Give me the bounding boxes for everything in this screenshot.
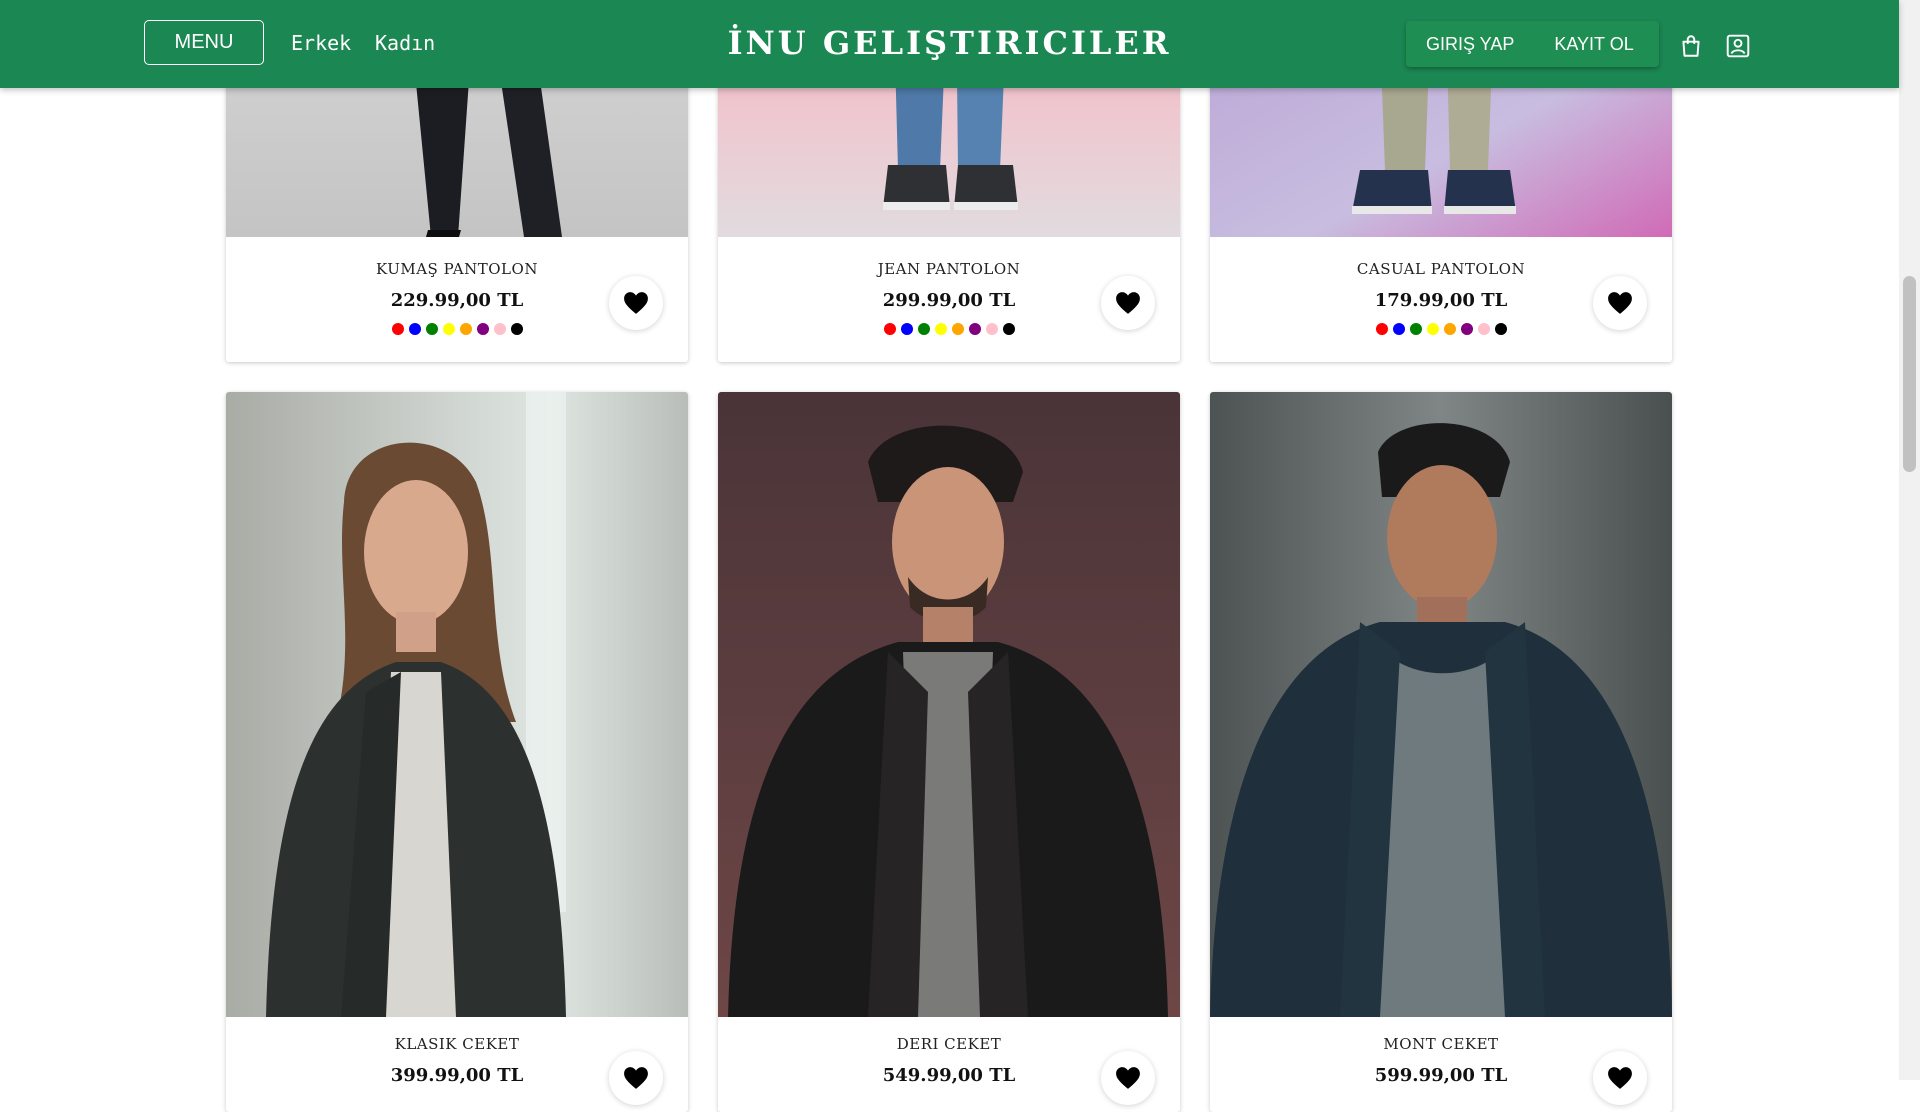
heart-icon: [1116, 1067, 1140, 1089]
color-swatch[interactable]: [510, 323, 523, 335]
heart-icon: [624, 1067, 648, 1089]
color-swatch[interactable]: [1443, 323, 1456, 335]
favorite-button[interactable]: [1101, 276, 1155, 330]
color-swatch[interactable]: [391, 323, 404, 335]
color-swatch[interactable]: [1002, 323, 1015, 335]
auth-button-group: GIRIŞ YAP KAYIT OL: [1406, 21, 1659, 67]
nav-link-erkek[interactable]: Erkek: [291, 31, 351, 55]
menu-button[interactable]: MENU: [144, 20, 264, 65]
favorite-button[interactable]: [609, 1051, 663, 1105]
favorite-button[interactable]: [1101, 1051, 1155, 1105]
login-button[interactable]: GIRIŞ YAP: [1406, 21, 1534, 67]
product-name[interactable]: KLASIK CEKET: [226, 1035, 688, 1053]
color-swatches: [1210, 323, 1672, 335]
shopping-bag-icon[interactable]: [1678, 33, 1704, 59]
color-swatch[interactable]: [1460, 323, 1473, 335]
color-swatch[interactable]: [1409, 323, 1422, 335]
favorite-button[interactable]: [1593, 1051, 1647, 1105]
heart-icon: [624, 292, 648, 314]
product-name[interactable]: CASUAL PANTOLON: [1210, 260, 1672, 278]
color-swatch[interactable]: [934, 323, 947, 335]
top-navbar: MENU Erkek Kadın İNU GELIŞTIRICILER GIRI…: [0, 0, 1899, 88]
color-swatch[interactable]: [951, 323, 964, 335]
color-swatch[interactable]: [985, 323, 998, 335]
product-name[interactable]: MONT CEKET: [1210, 1035, 1672, 1053]
product-card[interactable]: MONT CEKET 599.99,00 TL: [1210, 392, 1672, 1112]
color-swatch[interactable]: [1477, 323, 1490, 335]
heart-icon: [1608, 292, 1632, 314]
heart-icon: [1116, 292, 1140, 314]
register-button[interactable]: KAYIT OL: [1534, 21, 1653, 67]
product-image[interactable]: [718, 392, 1180, 1017]
color-swatch[interactable]: [968, 323, 981, 335]
color-swatch[interactable]: [883, 323, 896, 335]
color-swatch[interactable]: [476, 323, 489, 335]
color-swatches: [226, 323, 688, 335]
color-swatch[interactable]: [900, 323, 913, 335]
product-image[interactable]: [226, 392, 688, 1017]
color-swatch[interactable]: [1494, 323, 1507, 335]
color-swatch[interactable]: [493, 323, 506, 335]
color-swatch[interactable]: [425, 323, 438, 335]
nav-link-kadin[interactable]: Kadın: [375, 31, 435, 55]
scrollbar-thumb[interactable]: [1903, 276, 1916, 472]
product-image[interactable]: [1210, 392, 1672, 1017]
color-swatches: [718, 323, 1180, 335]
product-name[interactable]: DERI CEKET: [718, 1035, 1180, 1053]
color-swatch[interactable]: [442, 323, 455, 335]
brand-title[interactable]: İNU GELIŞTIRICILER: [728, 24, 1172, 62]
favorite-button[interactable]: [609, 276, 663, 330]
color-swatch[interactable]: [1392, 323, 1405, 335]
heart-icon: [1608, 1067, 1632, 1089]
product-card[interactable]: KLASIK CEKET 399.99,00 TL: [226, 392, 688, 1112]
color-swatch[interactable]: [1426, 323, 1439, 335]
favorite-button[interactable]: [1593, 276, 1647, 330]
color-swatch[interactable]: [408, 323, 421, 335]
page-scrollbar[interactable]: [1899, 0, 1920, 1080]
color-swatch[interactable]: [1375, 323, 1388, 335]
color-swatch[interactable]: [917, 323, 930, 335]
user-profile-icon[interactable]: [1725, 33, 1751, 59]
product-name[interactable]: JEAN PANTOLON: [718, 260, 1180, 278]
product-card[interactable]: DERI CEKET 549.99,00 TL: [718, 392, 1180, 1112]
product-name[interactable]: KUMAŞ PANTOLON: [226, 260, 688, 278]
color-swatch[interactable]: [459, 323, 472, 335]
